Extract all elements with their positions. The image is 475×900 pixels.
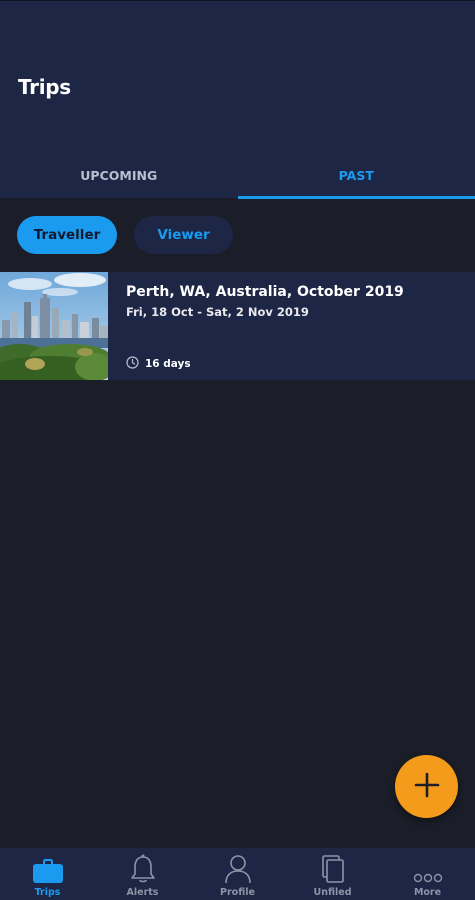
trip-dates: Fri, 18 Oct - Sat, 2 Nov 2019 [126, 305, 309, 319]
nav-unfiled-label: Unfiled [313, 887, 352, 898]
nav-trips[interactable]: Trips [0, 848, 95, 900]
plus-icon [414, 772, 440, 802]
nav-alerts[interactable]: Alerts [95, 848, 190, 900]
trip-title: Perth, WA, Australia, October 2019 [126, 284, 404, 300]
bell-icon [129, 854, 157, 884]
nav-unfiled[interactable]: Unfiled [285, 848, 380, 900]
nav-more-label: More [413, 887, 442, 898]
documents-icon [319, 854, 347, 884]
app-header: Trips UPCOMING PAST [0, 0, 475, 199]
person-icon [224, 854, 252, 884]
trip-photo [0, 272, 108, 380]
trip-duration: 16 days [126, 356, 191, 372]
nav-profile[interactable]: Profile [190, 848, 285, 900]
nav-more[interactable]: More [380, 848, 475, 900]
trip-card[interactable]: Perth, WA, Australia, October 2019 Fri, … [0, 272, 475, 380]
tab-past[interactable]: PAST [237, 151, 475, 199]
briefcase-icon [32, 854, 64, 884]
tab-upcoming[interactable]: UPCOMING [0, 151, 238, 199]
trip-duration-label: 16 days [145, 358, 191, 370]
bottom-nav: Trips Alerts Profile Unfiled More [0, 848, 475, 900]
nav-profile-label: Profile [220, 887, 255, 898]
viewer-button[interactable]: Viewer [134, 216, 233, 254]
role-filter: Traveller Viewer [17, 216, 233, 254]
add-trip-button[interactable] [395, 755, 458, 818]
nav-alerts-label: Alerts [126, 887, 159, 898]
trip-tabs: UPCOMING PAST [0, 151, 475, 199]
traveller-button[interactable]: Traveller [17, 216, 117, 254]
more-dots-icon [413, 854, 443, 884]
page-title: Trips [18, 75, 71, 99]
nav-trips-label: Trips [34, 887, 61, 898]
clock-icon [126, 356, 139, 372]
